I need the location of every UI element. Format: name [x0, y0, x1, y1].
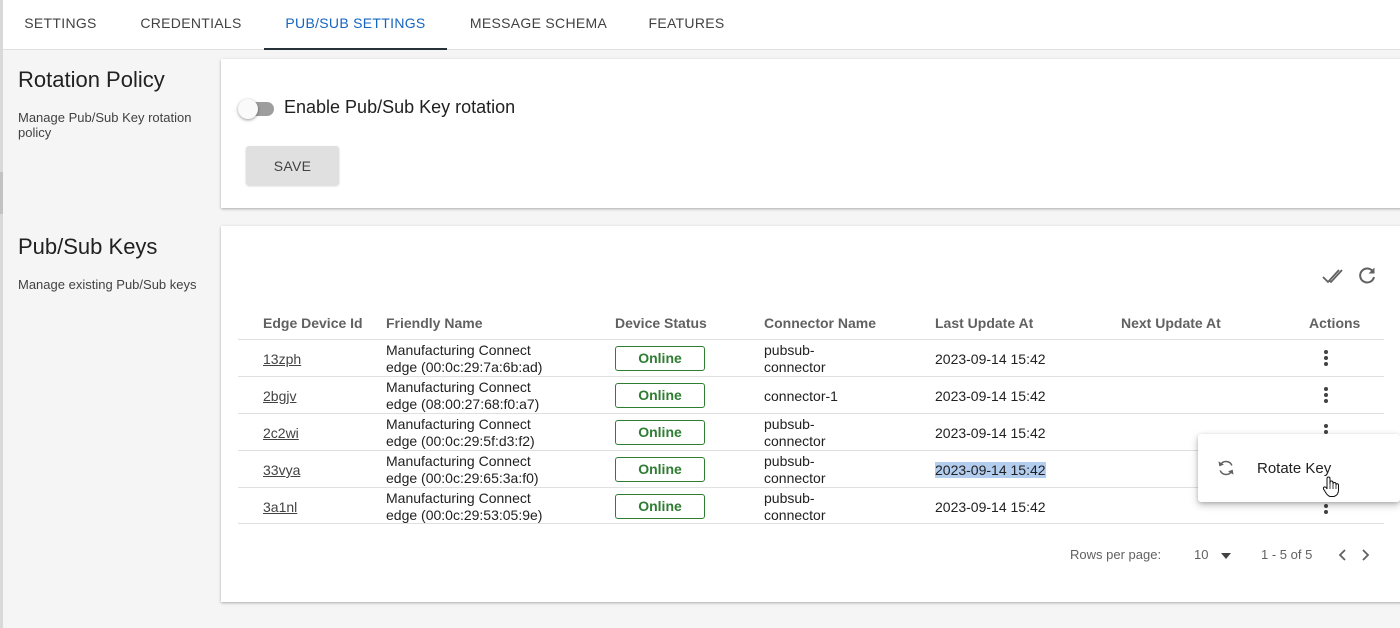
pubsub-keys-title: Pub/Sub Keys — [18, 234, 158, 259]
friendly-name-cell: Manufacturing Connect edge (00:0c:29:7a:6… — [386, 342, 542, 376]
friendly-name-line1: Manufacturing Connect — [386, 379, 531, 395]
column-header-edge-device-id[interactable]: Edge Device Id — [263, 315, 363, 331]
tab-credentials[interactable]: CREDENTIALS — [118, 0, 264, 49]
column-header-friendly-name[interactable]: Friendly Name — [386, 315, 482, 331]
tab-bar: SETTINGS CREDENTIALS PUB/SUB SETTINGS ME… — [3, 0, 1400, 50]
edge-device-id-link[interactable]: 3a1nl — [263, 499, 297, 515]
connector-name-line1: pubsub- — [764, 453, 815, 469]
status-badge: Online — [615, 383, 705, 408]
rotation-policy-card: Enable Pub/Sub Key rotation SAVE — [221, 59, 1400, 208]
selected-text: 2023-09-14 15:42 — [935, 462, 1046, 478]
column-header-next-update-at[interactable]: Next Update At — [1121, 315, 1221, 331]
connector-name-line2: connector — [764, 359, 826, 375]
connector-name-cell: pubsub-connector — [764, 490, 825, 524]
tab-message-schema[interactable]: MESSAGE SCHEMA — [447, 0, 630, 49]
friendly-name-line1: Manufacturing Connect — [386, 416, 531, 432]
friendly-name-cell: Manufacturing Connect edge (00:0c:29:53:0… — [386, 490, 542, 524]
chevron-right-icon[interactable] — [1359, 548, 1371, 562]
edge-device-id-link[interactable]: 13zph — [263, 351, 301, 367]
status-badge: Online — [615, 420, 705, 445]
pubsub-keys-card: Edge Device Id Friendly Name Device Stat… — [221, 226, 1400, 602]
rotate-key-label: Rotate Key — [1257, 460, 1332, 477]
row-actions-menu-button[interactable] — [1316, 384, 1336, 406]
last-update-cell: 2023-09-14 15:42 — [935, 351, 1046, 367]
last-update-cell: 2023-09-14 15:42 — [935, 462, 1046, 478]
friendly-name-line2: edge (00:0c:29:7a:6b:ad) — [386, 359, 543, 375]
rows-per-page-select[interactable]: 10 — [1194, 547, 1232, 562]
edge-device-id-link[interactable]: 33vya — [263, 462, 300, 478]
friendly-name-line1: Manufacturing Connect — [386, 490, 531, 506]
save-button[interactable]: SAVE — [246, 146, 339, 185]
double-check-icon[interactable] — [1321, 264, 1345, 288]
connector-name-cell: pubsub-connector — [764, 342, 825, 376]
connector-name-cell: connector-1 — [764, 388, 838, 404]
tab-settings[interactable]: SETTINGS — [3, 0, 118, 49]
tab-pubsub-settings[interactable]: PUB/SUB SETTINGS — [264, 0, 447, 50]
table-row: 13zph Manufacturing Connect edge (00:0c:2… — [238, 339, 1384, 376]
left-edge-marker — [0, 172, 3, 214]
friendly-name-line2: edge (00:0c:29:65:3a:f0) — [386, 470, 539, 486]
column-header-last-update-at[interactable]: Last Update At — [935, 315, 1033, 331]
toggle-thumb — [238, 99, 258, 119]
rotation-toggle[interactable] — [238, 99, 276, 119]
rotate-key-menu-item[interactable]: Rotate Key — [1198, 446, 1400, 490]
chevron-left-icon[interactable] — [1337, 548, 1349, 562]
last-update-cell: 2023-09-14 15:42 — [935, 425, 1046, 441]
friendly-name-cell: Manufacturing Connect edge (08:00:27:68:f… — [386, 379, 539, 413]
pagination-range: 1 - 5 of 5 — [1261, 547, 1313, 562]
connector-name-line1: pubsub- — [764, 342, 815, 358]
connector-name-line2: connector — [764, 433, 826, 449]
connector-name-line2: connector — [764, 507, 826, 523]
column-header-device-status[interactable]: Device Status — [615, 315, 707, 331]
rotate-icon — [1218, 460, 1234, 476]
rotation-toggle-label: Enable Pub/Sub Key rotation — [284, 97, 516, 117]
column-header-connector-name[interactable]: Connector Name — [764, 315, 876, 331]
rotation-policy-description: Manage Pub/Sub Key rotation policy — [18, 110, 192, 140]
rows-per-page-value: 10 — [1194, 547, 1209, 562]
status-badge: Online — [615, 346, 705, 371]
rotation-policy-title: Rotation Policy — [18, 67, 165, 92]
column-header-actions: Actions — [1309, 315, 1361, 331]
edge-device-id-link[interactable]: 2bgjv — [263, 388, 296, 404]
friendly-name-line2: edge (00:0c:29:5f:d3:f2) — [386, 433, 535, 449]
left-edge-strip — [0, 0, 3, 628]
refresh-icon[interactable] — [1355, 264, 1379, 288]
row-actions-popup-menu: Rotate Key — [1198, 434, 1400, 502]
connector-name-line1: pubsub- — [764, 416, 815, 432]
connector-name-line2: connector — [764, 470, 826, 486]
edge-device-id-link[interactable]: 2c2wi — [263, 425, 299, 441]
hand-pointer-cursor-icon — [1322, 476, 1339, 497]
last-update-cell: 2023-09-14 15:42 — [935, 388, 1046, 404]
connector-name-cell: pubsub-connector — [764, 416, 825, 450]
rows-per-page-label: Rows per page: — [1070, 547, 1162, 562]
pubsub-keys-description: Manage existing Pub/Sub keys — [18, 277, 197, 292]
table-row: 2bgjv Manufacturing Connect edge (08:00:2… — [238, 376, 1384, 413]
connector-name-cell: pubsub-connector — [764, 453, 825, 487]
caret-down-icon — [1221, 552, 1232, 559]
friendly-name-line2: edge (08:00:27:68:f0:a7) — [386, 396, 540, 412]
friendly-name-line2: edge (00:0c:29:53:05:9e) — [386, 507, 543, 523]
last-update-cell: 2023-09-14 15:42 — [935, 499, 1046, 515]
connector-name-line1: pubsub- — [764, 490, 815, 506]
status-badge: Online — [615, 494, 705, 519]
friendly-name-line1: Manufacturing Connect — [386, 342, 531, 358]
friendly-name-cell: Manufacturing Connect edge (00:0c:29:5f:d… — [386, 416, 535, 450]
friendly-name-cell: Manufacturing Connect edge (00:0c:29:65:3… — [386, 453, 539, 487]
status-badge: Online — [615, 457, 705, 482]
friendly-name-line1: Manufacturing Connect — [386, 453, 531, 469]
tab-features[interactable]: FEATURES — [630, 0, 743, 49]
row-actions-menu-button[interactable] — [1316, 347, 1336, 369]
